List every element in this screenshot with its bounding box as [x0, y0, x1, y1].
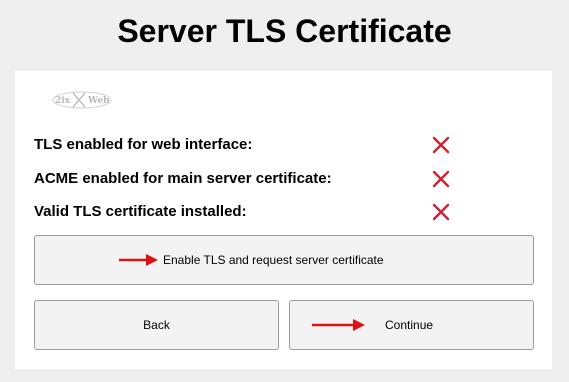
status-label: TLS enabled for web interface:: [34, 136, 253, 153]
red-arrow-right-icon: [119, 253, 159, 267]
status-row-acme: ACME enabled for main server certificate…: [34, 168, 534, 190]
svg-text:Web: Web: [87, 96, 109, 106]
red-x-icon: [432, 203, 450, 221]
red-x-icon: [432, 136, 450, 154]
2ix-web-logo-icon: 2ix Web: [51, 89, 113, 111]
back-button-label: Back: [143, 318, 170, 332]
continue-button-label: Continue: [385, 318, 434, 332]
status-label: ACME enabled for main server certificate…: [34, 170, 332, 187]
red-arrow-right-icon: [312, 318, 366, 332]
enable-tls-button-label: Enable TLS and request server certificat…: [163, 253, 384, 267]
content-panel: 2ix Web TLS enabled for web interface: A…: [15, 71, 552, 369]
back-button[interactable]: Back: [34, 300, 279, 350]
status-row-tls-web: TLS enabled for web interface:: [34, 134, 534, 156]
status-row-valid-cert: Valid TLS certificate installed:: [34, 201, 534, 223]
continue-button[interactable]: Continue: [289, 300, 534, 350]
svg-text:2ix: 2ix: [55, 96, 71, 106]
status-label: Valid TLS certificate installed:: [34, 203, 247, 220]
page-title: Server TLS Certificate: [117, 13, 452, 49]
red-x-icon: [432, 170, 450, 188]
enable-tls-button[interactable]: Enable TLS and request server certificat…: [34, 235, 534, 285]
